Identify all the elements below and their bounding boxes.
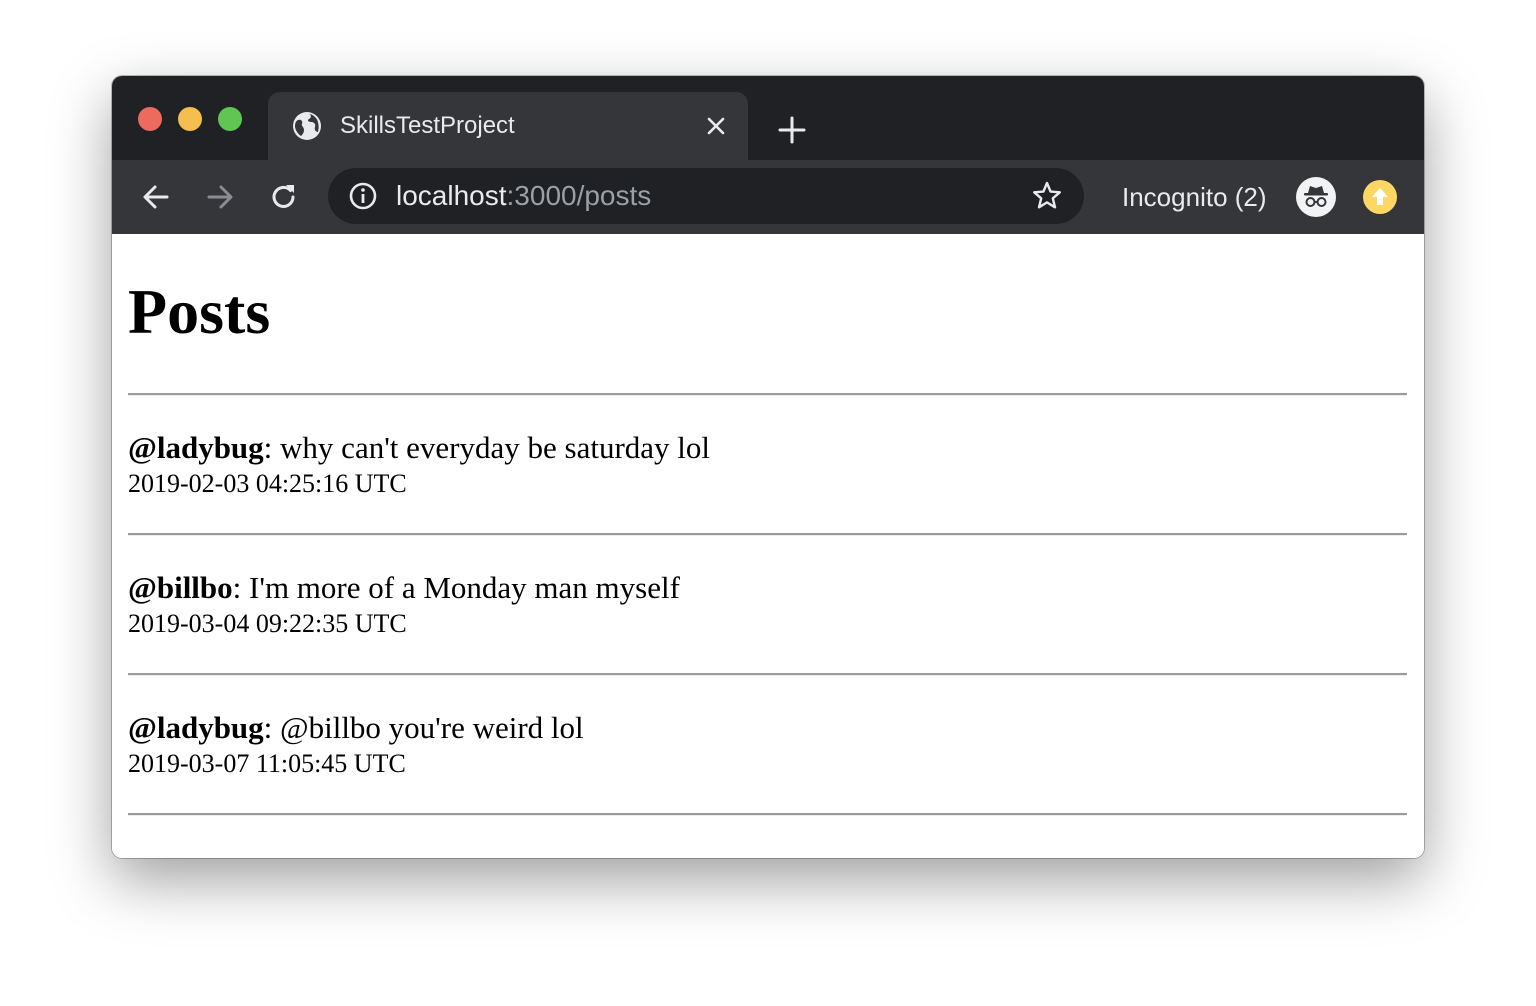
post-timestamp: 2019-03-04 09:22:35 UTC <box>128 609 407 638</box>
window-zoom-button[interactable] <box>218 107 242 131</box>
post-author: @ladybug <box>128 710 264 745</box>
post-author: @billbo <box>128 570 233 605</box>
post-line: @ladybug: @billbo you're weird lol <box>128 710 1407 746</box>
star-icon[interactable] <box>1030 179 1064 213</box>
post-separator: : <box>232 570 250 605</box>
post-text: why can't everyday be saturday lol <box>280 430 711 465</box>
tab-active[interactable]: SkillsTestProject <box>268 92 748 160</box>
incognito-label[interactable]: Incognito (2) <box>1122 182 1267 212</box>
address-bar[interactable]: localhost:3000/posts <box>328 168 1084 224</box>
toolbar: localhost:3000/posts Incognito (2) <box>112 160 1424 234</box>
info-icon[interactable] <box>348 181 378 211</box>
page-content: Posts @ladybug: why can't everyday be sa… <box>112 234 1424 858</box>
url-path: :3000/posts <box>506 180 652 211</box>
incognito-glyph <box>1304 186 1328 207</box>
divider <box>128 673 1407 676</box>
reload-icon[interactable] <box>267 180 301 214</box>
post-item: @ladybug: why can't everyday be saturday… <box>128 430 1407 500</box>
divider <box>128 813 1407 816</box>
post-timestamp: 2019-02-03 04:25:16 UTC <box>128 469 407 498</box>
post-timestamp: 2019-03-07 11:05:45 UTC <box>128 749 406 778</box>
arrow-left-icon[interactable] <box>139 180 173 214</box>
tab-title: SkillsTestProject <box>340 112 515 139</box>
divider <box>128 393 1407 396</box>
page-title: Posts <box>128 276 271 347</box>
post-item: @ladybug: @billbo you're weird lol 2019-… <box>128 710 1407 780</box>
divider <box>128 533 1407 536</box>
url-text[interactable]: localhost:3000/posts <box>396 181 651 211</box>
post-text: I'm more of a Monday man myself <box>249 570 680 605</box>
window-close-button[interactable] <box>138 107 162 131</box>
post-text: @billbo you're weird lol <box>280 710 584 745</box>
url-host: localhost <box>396 180 507 211</box>
incognito-icon[interactable] <box>1296 177 1336 217</box>
arrow-right-icon[interactable] <box>203 180 237 214</box>
window-minimize-button[interactable] <box>178 107 202 131</box>
post-line: @billbo: I'm more of a Monday man myself <box>128 570 1407 606</box>
post-item: @billbo: I'm more of a Monday man myself… <box>128 570 1407 640</box>
browser-window: SkillsTestProject localhost:3000/posts I… <box>112 76 1424 858</box>
plus-icon[interactable] <box>774 112 810 148</box>
update-arrow-glyph <box>1372 188 1388 205</box>
close-icon[interactable] <box>702 112 730 140</box>
update-arrow-icon[interactable] <box>1363 180 1397 214</box>
globe-icon <box>293 112 321 140</box>
post-separator: : <box>263 430 281 465</box>
post-author: @ladybug <box>128 430 264 465</box>
post-separator: : <box>263 710 281 745</box>
post-line: @ladybug: why can't everyday be saturday… <box>128 430 1407 466</box>
tab-strip: SkillsTestProject <box>112 76 1424 160</box>
